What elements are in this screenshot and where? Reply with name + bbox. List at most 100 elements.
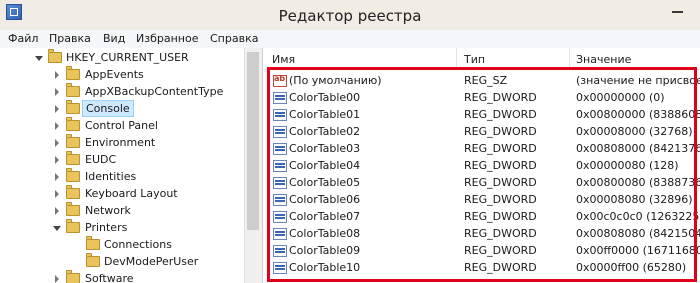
value-type: REG_DWORD bbox=[464, 244, 537, 257]
folder-icon bbox=[66, 117, 80, 131]
tree-item-label: Console bbox=[82, 100, 134, 117]
tree-item-label: DevModePerUser bbox=[104, 255, 199, 268]
table-row[interactable]: (По умолчанию) REG_SZ (значение не присв… bbox=[263, 73, 700, 90]
tree-item-label: Software bbox=[85, 272, 134, 283]
expand-arrow-icon[interactable] bbox=[55, 275, 59, 283]
value-type: REG_DWORD bbox=[464, 125, 537, 138]
table-row[interactable]: ColorTable02 REG_DWORD 0x00008000 (32768… bbox=[263, 124, 700, 141]
value-type: REG_DWORD bbox=[464, 261, 537, 274]
tree-item-hkcu[interactable]: HKEY_CURRENT_USER bbox=[0, 49, 244, 67]
tree-item[interactable]: Network bbox=[0, 202, 244, 220]
expand-arrow-icon[interactable] bbox=[55, 88, 59, 96]
column-header-type[interactable]: Тип bbox=[464, 53, 485, 66]
minimize-button[interactable] bbox=[662, 0, 694, 22]
collapse-arrow-icon[interactable] bbox=[53, 226, 61, 231]
dword-value-icon bbox=[273, 245, 287, 257]
expand-arrow-icon[interactable] bbox=[55, 207, 59, 215]
tree-item-label: Network bbox=[85, 204, 131, 217]
value-type: REG_DWORD bbox=[464, 176, 537, 189]
folder-icon bbox=[66, 66, 80, 80]
menu-help[interactable]: Справка bbox=[210, 32, 258, 45]
dword-value-icon bbox=[273, 160, 287, 172]
folder-icon bbox=[86, 253, 100, 267]
table-row[interactable]: ColorTable03 REG_DWORD 0x00808000 (84213… bbox=[263, 141, 700, 158]
folder-icon bbox=[66, 185, 80, 199]
column-divider[interactable] bbox=[569, 48, 570, 69]
tree-item-label: Environment bbox=[85, 136, 156, 149]
table-row[interactable]: ColorTable00 REG_DWORD 0x00000000 (0) bbox=[263, 90, 700, 107]
column-divider[interactable] bbox=[456, 48, 457, 69]
dword-value-icon bbox=[273, 262, 287, 274]
expand-arrow-icon[interactable] bbox=[55, 122, 59, 130]
table-row[interactable]: ColorTable10 REG_DWORD 0x0000ff00 (65280… bbox=[263, 260, 700, 277]
value-data: 0x00000000 (0) bbox=[576, 91, 665, 104]
table-row[interactable]: ColorTable05 REG_DWORD 0x00800080 (83887… bbox=[263, 175, 700, 192]
values-list[interactable]: Имя Тип Значение (По умолчанию) REG_SZ (… bbox=[263, 48, 700, 283]
menu-view[interactable]: Вид bbox=[103, 32, 125, 45]
value-name: ColorTable04 bbox=[289, 159, 361, 172]
tree-item[interactable]: Environment bbox=[0, 134, 244, 152]
folder-icon bbox=[66, 151, 80, 165]
folder-icon bbox=[66, 168, 80, 182]
expand-arrow-icon[interactable] bbox=[55, 190, 59, 198]
tree-item[interactable]: EUDC bbox=[0, 151, 244, 169]
scrollbar-thumb[interactable] bbox=[247, 52, 259, 230]
tree-item[interactable]: Connections bbox=[0, 236, 244, 254]
dword-value-icon bbox=[273, 194, 287, 206]
value-name: ColorTable10 bbox=[289, 261, 361, 274]
value-name: ColorTable02 bbox=[289, 125, 361, 138]
expand-arrow-icon[interactable] bbox=[55, 105, 59, 113]
tree-item[interactable]: Keyboard Layout bbox=[0, 185, 244, 203]
value-name: ColorTable01 bbox=[289, 108, 361, 121]
table-row[interactable]: ColorTable01 REG_DWORD 0x00800000 (83886… bbox=[263, 107, 700, 124]
menu-favorites[interactable]: Избранное bbox=[136, 32, 198, 45]
tree-item[interactable]: Control Panel bbox=[0, 117, 244, 135]
value-type: REG_DWORD bbox=[464, 142, 537, 155]
column-header-value[interactable]: Значение bbox=[576, 53, 631, 66]
expand-arrow-icon[interactable] bbox=[55, 139, 59, 147]
menu-edit[interactable]: Правка bbox=[49, 32, 91, 45]
expand-arrow-icon[interactable] bbox=[55, 71, 59, 79]
dword-value-icon bbox=[273, 228, 287, 240]
value-type: REG_DWORD bbox=[464, 159, 537, 172]
value-data: 0x00000080 (128) bbox=[576, 159, 679, 172]
table-row[interactable]: ColorTable07 REG_DWORD 0x00c0c0c0 (12632… bbox=[263, 209, 700, 226]
tree-item[interactable]: Identities bbox=[0, 168, 244, 186]
value-type: REG_DWORD bbox=[464, 108, 537, 121]
tree-item-label: HKEY_CURRENT_USER bbox=[66, 51, 189, 64]
value-data: 0x00808000 (8421376) bbox=[576, 142, 700, 155]
table-row[interactable]: ColorTable09 REG_DWORD 0x00ff0000 (16711… bbox=[263, 243, 700, 260]
expand-arrow-icon[interactable] bbox=[55, 156, 59, 164]
tree-item[interactable]: AppEvents bbox=[0, 66, 244, 84]
value-type: REG_DWORD bbox=[464, 91, 537, 104]
value-name: ColorTable06 bbox=[289, 193, 361, 206]
table-row[interactable]: ColorTable08 REG_DWORD 0x00808080 (84215… bbox=[263, 226, 700, 243]
tree-item[interactable]: DevModePerUser bbox=[0, 253, 244, 271]
tree-item-label: Printers bbox=[85, 221, 128, 234]
table-row[interactable]: ColorTable04 REG_DWORD 0x00000080 (128) bbox=[263, 158, 700, 175]
tree-item-label: AppEvents bbox=[85, 68, 144, 81]
value-data: 0x00c0c0c0 (12632256) bbox=[576, 210, 700, 223]
expand-arrow-icon[interactable] bbox=[55, 173, 59, 181]
title-bar: Редактор реестра bbox=[0, 0, 700, 31]
table-row[interactable]: ColorTable06 REG_DWORD 0x00008080 (32896… bbox=[263, 192, 700, 209]
tree-item[interactable]: AppXBackupContentType bbox=[0, 83, 244, 101]
tree-item[interactable]: Software bbox=[0, 270, 244, 283]
menu-file[interactable]: Файл bbox=[8, 32, 38, 45]
tree-item-selected[interactable]: Console bbox=[0, 100, 244, 118]
value-type: REG_SZ bbox=[464, 74, 508, 87]
value-data: 0x00800080 (8388736) bbox=[576, 176, 700, 189]
value-name: ColorTable09 bbox=[289, 244, 361, 257]
value-name: ColorTable05 bbox=[289, 176, 361, 189]
tree-scrollbar[interactable] bbox=[244, 48, 262, 283]
column-header-name[interactable]: Имя bbox=[272, 53, 295, 66]
value-name: ColorTable08 bbox=[289, 227, 361, 240]
value-data: 0x00ff0000 (16711680) bbox=[576, 244, 700, 257]
tree-item-label: Keyboard Layout bbox=[85, 187, 178, 200]
tree-item-label: EUDC bbox=[85, 153, 117, 166]
folder-icon bbox=[66, 100, 80, 114]
collapse-arrow-icon[interactable] bbox=[35, 56, 43, 61]
registry-tree[interactable]: HKEY_CURRENT_USER AppEvents AppXBackupCo… bbox=[0, 48, 263, 283]
tree-item[interactable]: Printers bbox=[0, 219, 244, 237]
dword-value-icon bbox=[273, 109, 287, 121]
